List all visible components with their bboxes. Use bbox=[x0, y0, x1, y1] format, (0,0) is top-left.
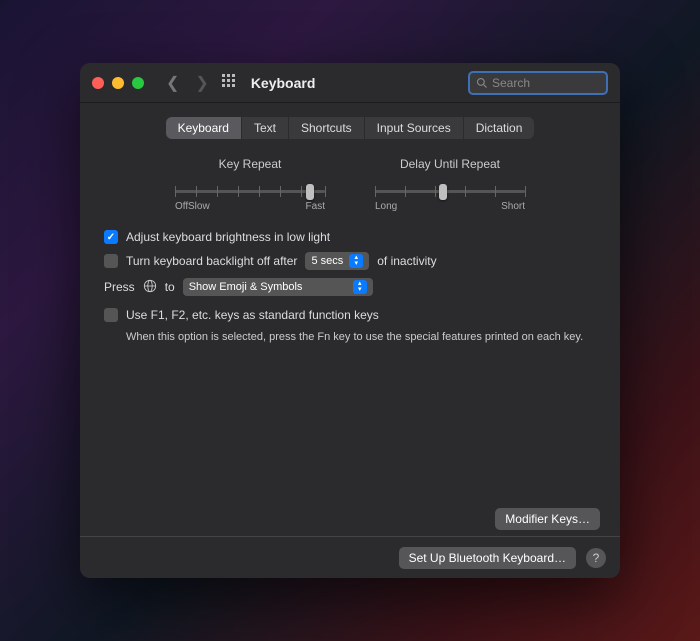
brightness-checkbox[interactable] bbox=[104, 230, 118, 244]
delay-slider-group: Delay Until Repeat Long Short bbox=[375, 157, 525, 212]
search-icon bbox=[476, 77, 488, 89]
chevron-updown-icon bbox=[349, 254, 363, 268]
search-input[interactable]: Search bbox=[468, 71, 608, 95]
backlight-delay-value: 5 secs bbox=[311, 255, 343, 267]
tab-text[interactable]: Text bbox=[242, 117, 289, 139]
modifier-keys-button[interactable]: Modifier Keys… bbox=[495, 508, 600, 530]
preferences-window: ❮ ❯ Keyboard Search Keyboard Text Shortc… bbox=[80, 63, 620, 578]
fn-keys-label: Use F1, F2, etc. keys as standard functi… bbox=[126, 308, 379, 322]
content-area: Key Repeat Off Slow Fast Delay Until Rep… bbox=[80, 157, 620, 536]
tab-keyboard[interactable]: Keyboard bbox=[166, 117, 242, 139]
window-controls bbox=[92, 77, 144, 89]
tab-input-sources[interactable]: Input Sources bbox=[365, 117, 464, 139]
help-button[interactable]: ? bbox=[586, 548, 606, 568]
delay-long-label: Long bbox=[375, 201, 397, 212]
key-repeat-slider-group: Key Repeat Off Slow Fast bbox=[175, 157, 325, 212]
forward-button[interactable]: ❯ bbox=[191, 73, 212, 93]
key-repeat-off-label: Off bbox=[175, 201, 188, 212]
zoom-button[interactable] bbox=[132, 77, 144, 89]
delay-slider[interactable] bbox=[375, 181, 525, 197]
fn-keys-description: When this option is selected, press the … bbox=[126, 330, 596, 345]
fn-keys-checkbox[interactable] bbox=[104, 308, 118, 322]
close-button[interactable] bbox=[92, 77, 104, 89]
show-all-icon[interactable] bbox=[221, 73, 237, 92]
search-placeholder: Search bbox=[492, 76, 530, 90]
tab-bar: Keyboard Text Shortcuts Input Sources Di… bbox=[80, 117, 620, 139]
footer: Set Up Bluetooth Keyboard… ? bbox=[80, 536, 620, 578]
bluetooth-setup-button[interactable]: Set Up Bluetooth Keyboard… bbox=[399, 547, 576, 569]
back-button[interactable]: ❮ bbox=[162, 73, 183, 93]
key-repeat-label: Key Repeat bbox=[175, 157, 325, 171]
brightness-label: Adjust keyboard brightness in low light bbox=[126, 230, 330, 244]
delay-short-label: Short bbox=[501, 201, 525, 212]
backlight-checkbox[interactable] bbox=[104, 254, 118, 268]
key-repeat-slider[interactable] bbox=[175, 181, 325, 197]
titlebar: ❮ ❯ Keyboard Search bbox=[80, 63, 620, 103]
globe-action-select[interactable]: Show Emoji & Symbols bbox=[183, 278, 373, 296]
tab-dictation[interactable]: Dictation bbox=[464, 117, 535, 139]
globe-icon bbox=[143, 279, 157, 296]
key-repeat-slow-label: Slow bbox=[188, 201, 210, 212]
delay-label: Delay Until Repeat bbox=[375, 157, 525, 171]
window-title: Keyboard bbox=[251, 75, 460, 91]
press-label: Press bbox=[104, 280, 135, 294]
press-to-label: to bbox=[165, 280, 175, 294]
key-repeat-fast-label: Fast bbox=[306, 201, 325, 212]
tab-shortcuts[interactable]: Shortcuts bbox=[289, 117, 365, 139]
backlight-label-after: of inactivity bbox=[377, 254, 436, 268]
chevron-updown-icon bbox=[353, 280, 367, 294]
backlight-delay-select[interactable]: 5 secs bbox=[305, 252, 369, 270]
backlight-label-before: Turn keyboard backlight off after bbox=[126, 254, 297, 268]
globe-action-value: Show Emoji & Symbols bbox=[189, 281, 303, 293]
minimize-button[interactable] bbox=[112, 77, 124, 89]
